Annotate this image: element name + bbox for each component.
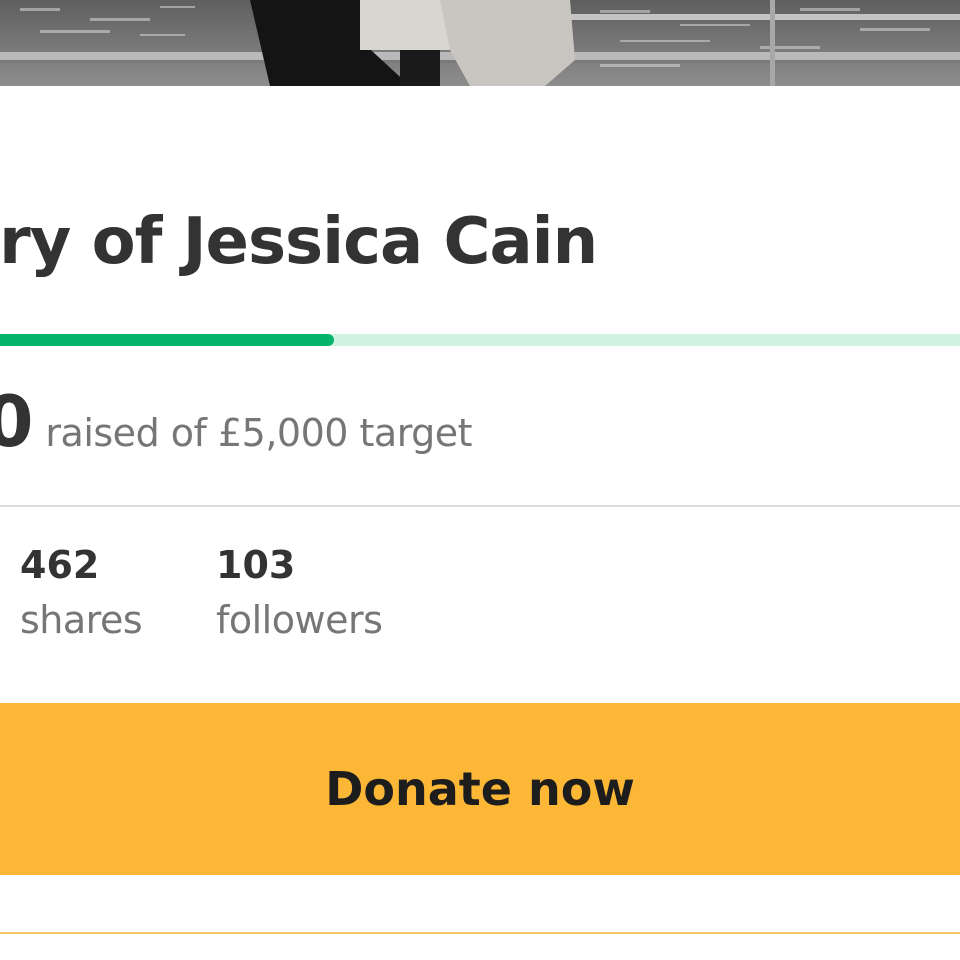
raised-amount: 50: [0, 381, 33, 463]
progress-fill: [0, 334, 335, 346]
funding-summary: 50 raised of £5,000 target: [0, 380, 473, 483]
cover-photo: [0, 0, 960, 86]
divider: [0, 505, 960, 507]
followers-count: 103: [216, 543, 296, 587]
divider: [0, 932, 960, 934]
shares-stat: 462 shares: [20, 538, 143, 648]
fundraiser-page: emory of Jessica Cain 50 raised of £5,000…: [0, 0, 960, 960]
followers-label: followers: [216, 598, 383, 642]
followers-stat: 103 followers: [216, 538, 383, 648]
campaign-title: emory of Jessica Cain: [0, 205, 598, 279]
donate-now-button[interactable]: Donate now: [0, 703, 960, 875]
raised-of-target-text: raised of £5,000 target: [45, 411, 473, 455]
shares-label: shares: [20, 598, 143, 642]
funding-progress-bar: [0, 334, 960, 346]
shares-count: 462: [20, 543, 100, 587]
